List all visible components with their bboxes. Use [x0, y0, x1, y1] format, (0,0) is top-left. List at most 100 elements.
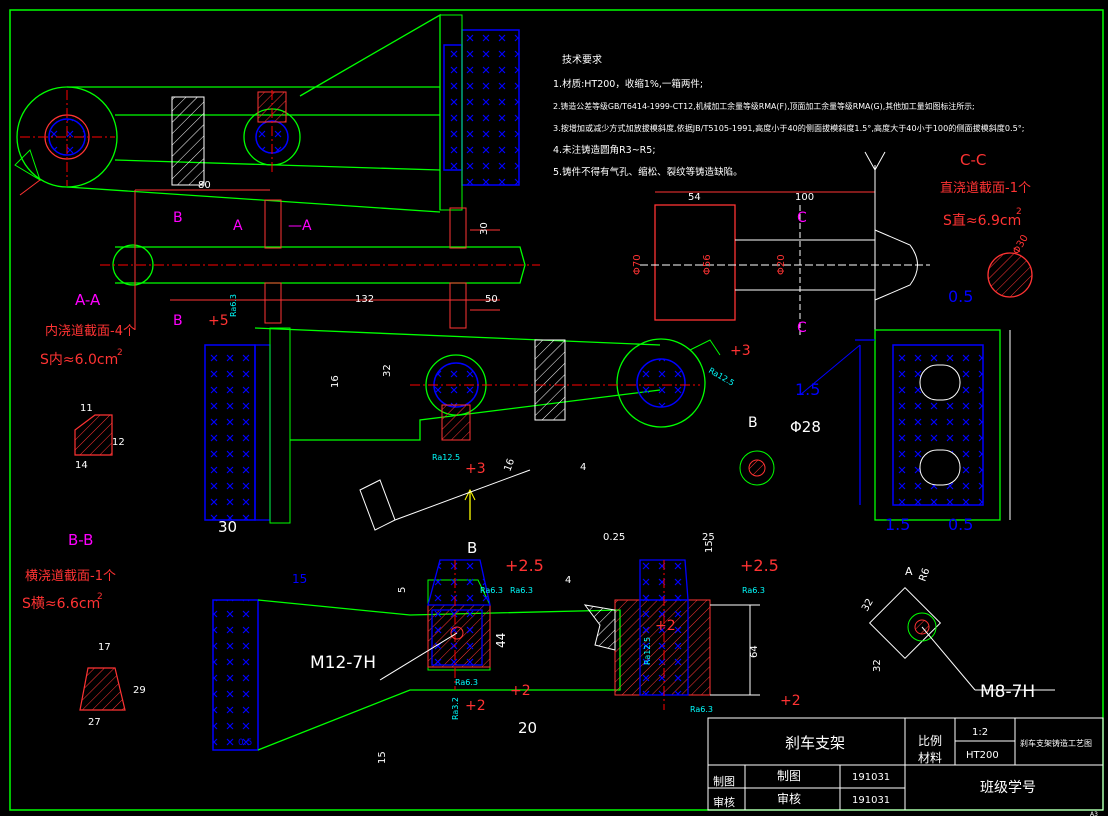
dim-16: 16: [330, 375, 341, 388]
scale-label: 比例: [918, 734, 942, 748]
dim-50: 50: [485, 294, 498, 305]
label-r6: R6: [917, 567, 932, 583]
cc-area-sup: 2: [1016, 207, 1022, 217]
thread-m8: M8-7H: [980, 682, 1035, 702]
dim-20: 20: [518, 719, 537, 737]
title-block: 刹车支架 比例 1:2 材料 HT200 刹车支架铸造工艺图 制图 制图 191…: [713, 727, 1098, 816]
dim-phi28: Φ28: [790, 418, 821, 436]
ra-6: Ra6.3: [455, 678, 478, 687]
ra-7: Ra6.3: [690, 705, 713, 714]
aa-dim-11: 11: [80, 403, 93, 414]
dim-025: 0.25: [603, 532, 625, 543]
dim-phi20: Φ20: [776, 254, 787, 275]
section-cc-labels: C-C 直浇道截面-1个 S直≈6.9cm 2 Φ30: [940, 151, 1031, 257]
aa-title: A-A: [75, 291, 101, 309]
scale-value: 1:2: [972, 727, 988, 738]
label-b-circle: B: [748, 415, 758, 431]
label-a-right: —A: [288, 218, 312, 234]
tech-item-5: 5.铸件不得有气孔、缩松、裂纹等铸造缺陷。: [553, 166, 743, 178]
dim-132: 132: [355, 294, 374, 305]
material-value: HT200: [966, 750, 999, 761]
part-name: 刹车支架: [785, 734, 845, 752]
dim-30b: 30: [218, 518, 237, 536]
dim-15f: 15: [377, 751, 388, 764]
label-b-top: B: [173, 210, 183, 226]
ra-4: Ra12.5: [432, 453, 460, 462]
allowance-8: +2: [780, 693, 801, 709]
cc-area: S直≈6.9cm: [943, 212, 1021, 229]
dim-30: 30: [479, 222, 490, 235]
ra-10: Ra6.3: [480, 586, 503, 595]
tech-item-4: 4.未注铸造圆角R3~R5;: [553, 144, 656, 156]
dim-4b: 4: [565, 575, 571, 586]
title-block-frame: [707, 717, 1104, 811]
bb-dim-29: 29: [133, 685, 146, 696]
drawn-value: 制图: [777, 769, 801, 783]
allowance-5: +2.5: [740, 556, 779, 575]
drawn-label: 制图: [713, 775, 735, 788]
drawn-date: 191031: [852, 772, 890, 783]
allowance-4: +2.5: [505, 556, 544, 575]
ra-9: Ra3.2: [451, 697, 460, 720]
cc-desc: 直浇道截面-1个: [940, 181, 1031, 196]
label-a-left: A: [233, 218, 243, 234]
dim-64: 64: [749, 645, 760, 658]
cc-dim-phi30: Φ30: [1011, 233, 1031, 256]
dim-54: 54: [688, 192, 701, 203]
aa-dim-14: 14: [75, 460, 88, 471]
ra-1: Ra6.3: [229, 294, 238, 317]
cc-title: C-C: [960, 151, 986, 169]
bb-dim-17: 17: [98, 642, 111, 653]
dim-100: 100: [795, 192, 814, 203]
dimension-text: 80 30 132 50 54 100 Φ70 Φ56 Φ20 16 32 16…: [198, 180, 973, 764]
aa-profile: [74, 414, 113, 456]
ra-5: Ra6.3: [742, 586, 765, 595]
tech-item-1: 1.材质:HT200，收缩1%,一箱两件;: [553, 78, 703, 90]
tech-item-3: 3.按增加或减少方式加放拔模斜度,依据JB/T5105-1991,高度小于40的…: [553, 123, 1025, 133]
allowance-1: +5: [208, 313, 229, 329]
class-id: 班级学号: [980, 780, 1036, 796]
allowance-3: +3: [465, 461, 486, 477]
runner-system: [100, 189, 540, 330]
bb-title: B-B: [68, 531, 93, 549]
allowance-2: +3: [730, 343, 751, 359]
tech-item-2: 2.铸造公差等级GB/T6414-1999-CT12,机械加工余量等级RMA(F…: [553, 101, 975, 111]
dim-phi56: Φ56: [702, 254, 713, 275]
ra-8: Ra12.5: [643, 637, 652, 665]
material-label: 材料: [918, 751, 942, 765]
top-view: [14, 13, 520, 213]
tech-heading: 技术要求: [562, 53, 602, 66]
check-label: 审核: [713, 795, 735, 809]
sheet-size: A3: [1090, 811, 1098, 816]
bb-area-sup: 2: [97, 592, 103, 602]
bb-desc: 横浇道截面-1个: [25, 569, 116, 584]
label-b-mid: B: [467, 539, 477, 557]
bb-dim-27: 27: [88, 717, 101, 728]
check-value: 审核: [777, 791, 801, 806]
dim-44: 44: [494, 633, 508, 648]
dim-phi70: Φ70: [632, 254, 643, 275]
allowance-9: +2: [655, 618, 676, 634]
ra-2: Ra6.3: [510, 586, 533, 595]
cad-drawing-canvas: 技术要求 1.材质:HT200，收缩1%,一箱两件; 2.铸造公差等级GB/T6…: [9, 9, 1104, 816]
aa-dim-12: 12: [112, 437, 125, 448]
dim-32: 32: [382, 364, 393, 377]
a-detail-view: [868, 586, 1055, 691]
drawing-name: 刹车支架铸造工艺图: [1020, 738, 1092, 748]
dim-16b: 16: [502, 457, 517, 473]
label-b-bottom: B: [173, 313, 183, 329]
dim-5: 5: [397, 587, 408, 593]
bb-area: S横≈6.6cm: [22, 596, 100, 612]
allowance-7: +2: [465, 698, 486, 714]
side-view: [204, 327, 775, 531]
dim-32c: 32: [872, 659, 883, 672]
aa-area: S内≈6.0cm: [40, 352, 118, 368]
dim-05c: 0.5: [948, 515, 973, 534]
dim-4: 4: [580, 462, 586, 473]
cc-section-view: [799, 329, 1011, 521]
aa-area-sup: 2: [117, 348, 123, 358]
ra-3: Ra12.5: [707, 366, 736, 388]
dim-15e: 15: [704, 540, 715, 553]
label-a-detail: A: [905, 565, 913, 578]
aa-desc: 内浇道截面-4个: [45, 323, 136, 339]
